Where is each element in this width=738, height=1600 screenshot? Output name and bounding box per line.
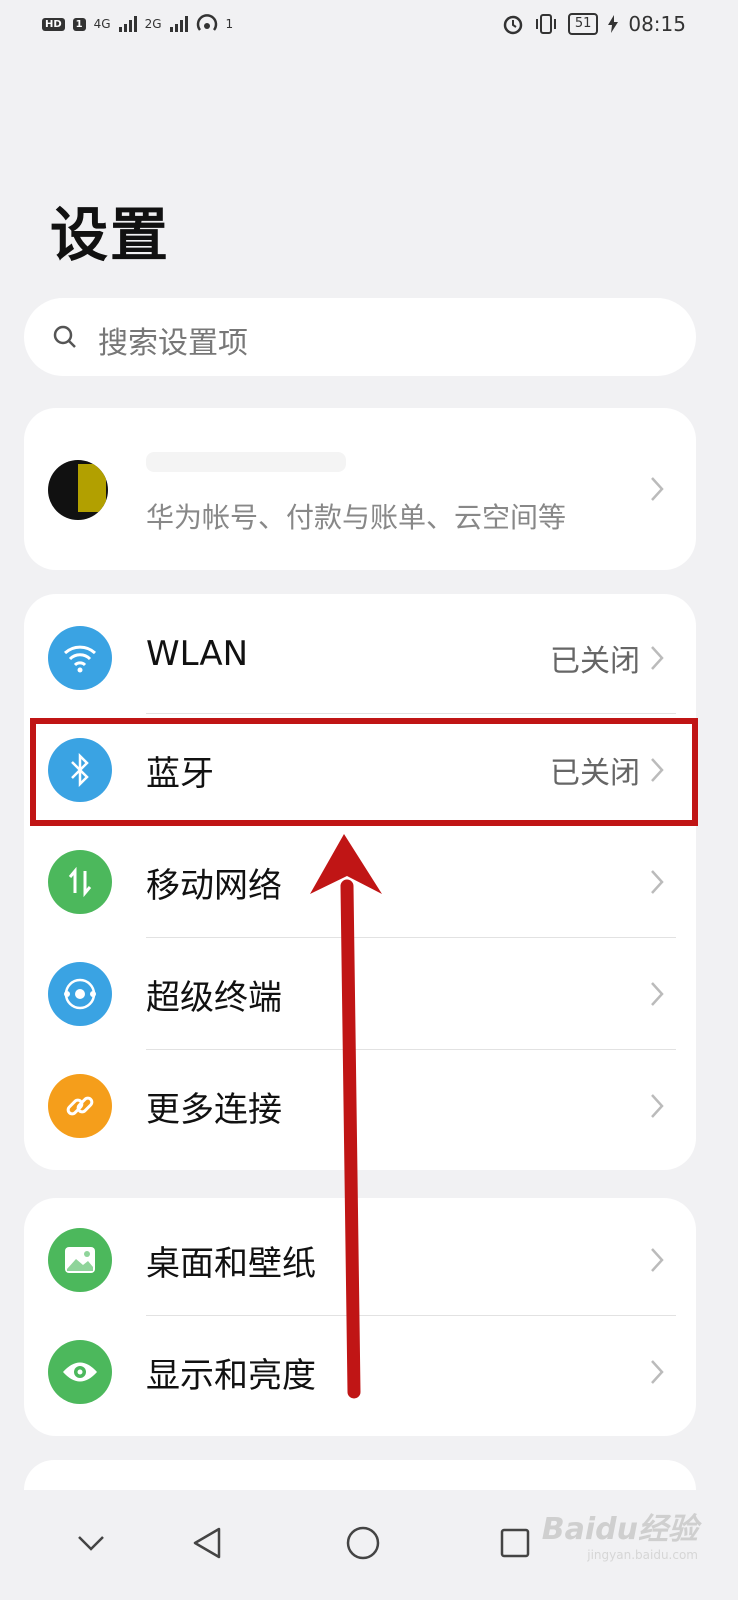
signal-icon	[118, 16, 137, 32]
sim-badge: 1	[72, 17, 86, 31]
chevron-right-icon	[651, 870, 664, 894]
avatar	[48, 460, 108, 520]
network-4g-label: 4G	[93, 17, 111, 31]
clock: 08:15	[628, 12, 686, 36]
search-icon	[53, 325, 76, 348]
wifi-icon	[48, 626, 112, 690]
alarm-icon	[503, 15, 523, 35]
wallpaper-icon	[48, 1228, 112, 1292]
signal-icon	[169, 16, 188, 32]
back-button[interactable]	[182, 1518, 232, 1568]
home-icon	[346, 1526, 380, 1560]
status-left: HD 1 4G 2G 1	[42, 14, 233, 34]
chevron-down-icon	[78, 1536, 104, 1551]
settings-item-label: 移动网络	[146, 866, 282, 906]
search-placeholder: 搜索设置项	[98, 326, 248, 361]
recents-icon	[500, 1528, 530, 1558]
settings-item-label: 更多连接	[146, 1090, 282, 1130]
chevron-right-icon	[651, 1248, 664, 1272]
account-subtitle: 华为帐号、付款与账单、云空间等	[146, 501, 567, 534]
chevron-right-icon	[651, 1360, 664, 1384]
settings-item-label: WLAN	[146, 634, 249, 674]
network-2g-label: 2G	[144, 17, 162, 31]
chevron-right-icon	[651, 982, 664, 1006]
vibrate-icon	[535, 14, 556, 34]
account-card[interactable]: 华为帐号、付款与账单、云空间等	[24, 408, 696, 570]
search-bar[interactable]: 搜索设置项	[24, 298, 696, 376]
status-bar: HD 1 4G 2G 1 51 08:15	[0, 0, 738, 56]
home-button[interactable]	[338, 1518, 388, 1568]
chevron-right-icon	[651, 1094, 664, 1118]
super-device-icon	[48, 962, 112, 1026]
eye-icon	[48, 1340, 112, 1404]
collapse-button[interactable]	[66, 1518, 116, 1568]
link-icon	[48, 1074, 112, 1138]
chevron-right-icon	[651, 646, 664, 670]
hd-badge: HD	[42, 17, 65, 31]
recents-button[interactable]	[490, 1518, 540, 1568]
hotspot-count: 1	[225, 17, 234, 31]
watermark-url: jingyan.baidu.com	[587, 1548, 698, 1562]
page-title: 设置	[50, 201, 171, 269]
mobile-data-icon	[48, 850, 112, 914]
annotation-arrow-icon	[310, 834, 382, 1399]
settings-item-wlan[interactable]: WLAN 已关闭	[24, 602, 696, 714]
status-right: 51 08:15	[502, 12, 686, 36]
settings-item-label: 超级终端	[146, 978, 282, 1018]
chevron-right-icon	[651, 477, 664, 501]
hotspot-icon	[196, 14, 217, 31]
watermark: Baidu经验 jingyan.baidu.com	[542, 1504, 698, 1562]
account-name-redacted	[146, 452, 346, 472]
settings-item-label: 桌面和壁纸	[146, 1244, 316, 1284]
watermark-brand: Baidu经验	[541, 1512, 698, 1547]
settings-item-label: 显示和亮度	[146, 1356, 316, 1396]
charging-icon	[608, 15, 619, 33]
battery-level: 51	[567, 13, 599, 35]
settings-item-status: 已关闭	[550, 644, 640, 679]
highlight-box	[30, 718, 698, 826]
back-icon	[193, 1527, 221, 1559]
